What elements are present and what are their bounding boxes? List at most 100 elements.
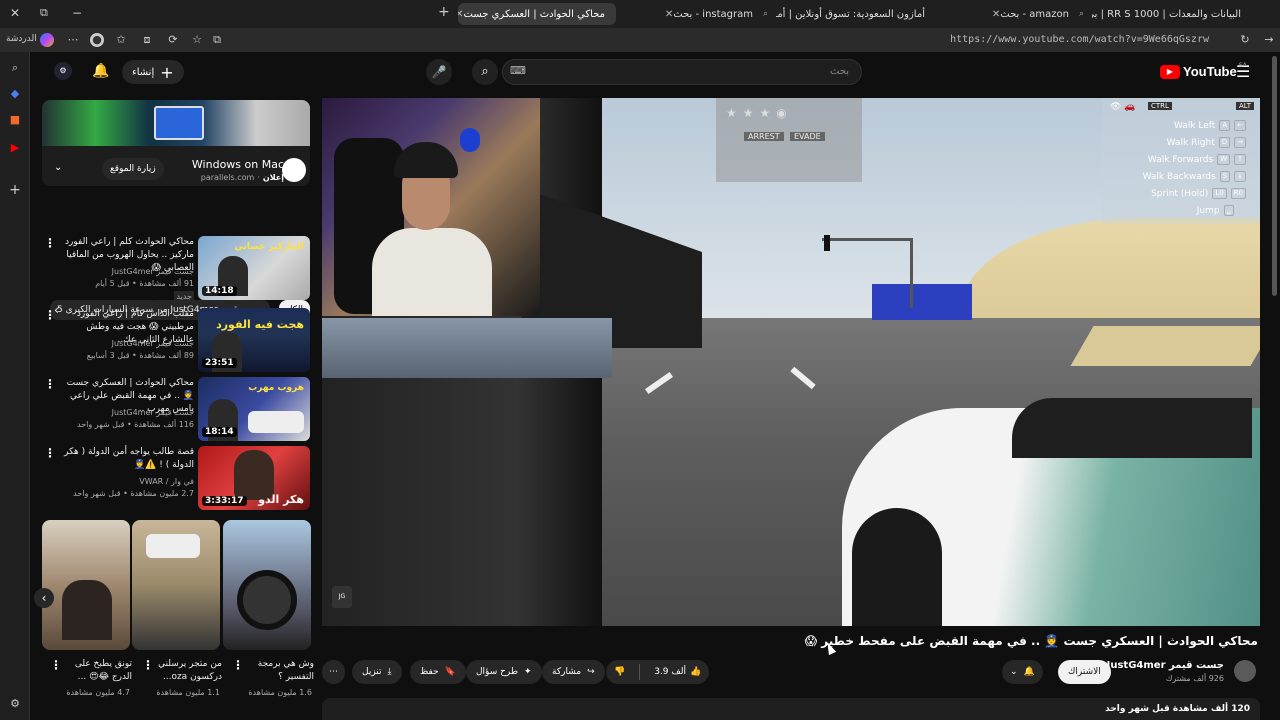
- page-scrollbar[interactable]: [1272, 56, 1277, 296]
- ad-visit-button[interactable]: زيارة الموقع: [102, 158, 164, 180]
- more-options-icon[interactable]: ⋮: [44, 377, 56, 391]
- like-button[interactable]: 3.9 ألف 👍: [646, 660, 709, 684]
- restore-window-icon[interactable]: ⧉: [40, 6, 48, 20]
- list-item[interactable]: هروب مهرب 18:14 محاكي الحوادث | العسكري …: [40, 377, 314, 443]
- extensions-icon[interactable]: ⧈: [140, 33, 154, 47]
- close-window-icon[interactable]: ✕: [10, 6, 20, 20]
- favorites-list-icon[interactable]: ✩: [114, 33, 128, 47]
- chat-label[interactable]: الدردشة: [6, 34, 37, 44]
- windows-screen-image: [154, 106, 204, 140]
- copilot-icon[interactable]: [40, 33, 54, 47]
- tabs-overview-icon[interactable]: ⧉: [210, 33, 224, 47]
- notifications-bell-icon[interactable]: 🔔: [92, 63, 109, 79]
- channel-name[interactable]: جست قيمر JustG4mer: [54, 407, 194, 418]
- refresh-sync-icon[interactable]: ⟳: [166, 33, 180, 47]
- car-wheel-image: [852, 508, 942, 626]
- download-button[interactable]: تنزيل ⤓: [352, 660, 402, 684]
- ad-card[interactable]: Windows on Mac parallels.com · إعلان زيارة…: [42, 100, 310, 186]
- tab-title: instagram - بحث: [673, 8, 753, 20]
- minimize-window-icon[interactable]: −: [72, 6, 82, 20]
- search-button[interactable]: ⌕: [472, 59, 498, 85]
- more-options-icon[interactable]: ⋮: [232, 658, 244, 672]
- tab-item[interactable]: أمازون السعودية: تسوق أونلاين | أمـ ✕: [776, 3, 936, 25]
- subscribe-button[interactable]: الاشتراك: [1058, 660, 1111, 684]
- key-cap: S: [1219, 171, 1231, 182]
- notification-bell-button[interactable]: ⌄ 🔔: [1002, 660, 1043, 684]
- advertiser-logo[interactable]: [282, 158, 306, 182]
- list-item[interactable]: هكر الدو 3:33:17 قصة طالب يواجه أمن الدو…: [40, 446, 314, 512]
- youtube-logo[interactable]: ▶ YouTube SA: [1160, 62, 1247, 79]
- create-button[interactable]: إنشاء +: [122, 60, 184, 84]
- short-title[interactable]: من متجر يرسلني دركسون oza...: [148, 658, 222, 684]
- short-thumbnail[interactable]: [223, 520, 311, 650]
- video-meta: 116 ألف مشاهدة • قبل شهر واحد: [77, 420, 194, 429]
- streamer-hoodie-image: [372, 228, 492, 316]
- tab-item-active[interactable]: محاكي الحوادث | العسكري جست ✕: [458, 3, 616, 25]
- channel-avatar[interactable]: [1234, 660, 1256, 682]
- chevron-down-icon[interactable]: ⌄: [54, 162, 62, 173]
- video-title[interactable]: قصة طالب يواجه أمن الدولة ( هكر الدولة )…: [54, 446, 194, 472]
- more-actions-button[interactable]: ⋯: [322, 660, 345, 684]
- video-thumbnail[interactable]: هروب مهرب 18:14: [198, 377, 310, 441]
- shorts-scroll-left-button[interactable]: ‹: [34, 588, 54, 608]
- short-thumbnail[interactable]: [132, 520, 220, 650]
- short-thumbnail[interactable]: [42, 520, 130, 650]
- tab-close-icon[interactable]: ✕: [665, 9, 673, 20]
- add-icon[interactable]: +: [7, 182, 23, 198]
- key-cap: ↓: [1234, 171, 1246, 182]
- moon-lamp-image: [460, 128, 480, 152]
- streamer-camera-overlay: [322, 98, 540, 316]
- list-item[interactable]: الماركيز عصابي 14:18 محاكي الحوادث كلم |…: [40, 236, 314, 302]
- youtube-icon[interactable]: ▶: [7, 140, 23, 156]
- creator-image: [62, 580, 112, 640]
- search-icon[interactable]: ⌕: [7, 60, 23, 76]
- account-avatar[interactable]: ⚙: [54, 62, 72, 80]
- search-input[interactable]: بحث: [502, 59, 862, 85]
- tab-title: أمازون السعودية: تسوق أونلاين | أمـ: [776, 8, 925, 20]
- video-player[interactable]: ★★★◉ ARREST EVADE 👁 🚗 CTRL ALT Walk Left…: [322, 98, 1260, 626]
- short-title[interactable]: وش هي برمجة التفسير ؟: [240, 658, 314, 684]
- channel-name[interactable]: في وار / VWAR: [54, 476, 194, 487]
- control-label: Sprint (Hold): [1151, 188, 1209, 199]
- short-title[interactable]: تونق يطبخ على الدرج 😂😍 ...: [58, 658, 132, 684]
- keyboard-icon[interactable]: ⌨: [510, 64, 526, 77]
- car-mirror-image: [1012, 398, 1252, 458]
- favorite-icon[interactable]: ☆: [190, 33, 204, 47]
- back-icon[interactable]: →: [1262, 33, 1276, 47]
- channel-name[interactable]: جست قيمر JustG4mer: [1107, 660, 1224, 671]
- more-options-icon[interactable]: ⋮: [50, 658, 62, 672]
- ad-title[interactable]: Windows on Mac: [192, 158, 284, 171]
- control-label: Walk Left: [1173, 120, 1216, 131]
- channel-name[interactable]: جست قيمر JustG4mer: [54, 266, 194, 277]
- video-thumbnail[interactable]: هكر الدو 3:33:17: [198, 446, 310, 510]
- tag-icon[interactable]: ◆: [7, 86, 23, 102]
- profile-avatar-icon[interactable]: ●: [90, 33, 104, 47]
- list-item[interactable]: هجت فيه الفورد 23:51 مقلب الداش كام | را…: [40, 308, 314, 374]
- police-car-image: [248, 411, 304, 433]
- briefcase-icon[interactable]: ■: [7, 112, 23, 128]
- new-tab-button[interactable]: +: [438, 4, 450, 20]
- dislike-button[interactable]: 👎: [606, 660, 633, 684]
- tab-item[interactable]: البيانات والمعدات | 1000 RR S | بي ✕: [1092, 3, 1252, 25]
- video-thumbnail[interactable]: الماركيز عصابي 14:18: [198, 236, 310, 300]
- save-button[interactable]: حفظ 🔖: [410, 660, 466, 684]
- tab-item[interactable]: ⌕ instagram - بحث ✕: [618, 3, 774, 25]
- tab-item[interactable]: ⌕ amazon - بحث ✕: [938, 3, 1090, 25]
- channel-name[interactable]: جست قيمر JustG4mer: [54, 338, 194, 349]
- more-menu-icon[interactable]: ⋯: [66, 33, 80, 47]
- video-thumbnail[interactable]: هجت فيه الفورد 23:51: [198, 308, 310, 372]
- url-field[interactable]: https://www.youtube.com/watch?v=9We66qGs…: [200, 30, 1215, 50]
- tab-close-icon[interactable]: ✕: [992, 9, 1000, 20]
- ask-button[interactable]: طرح سؤال ✦: [466, 660, 542, 684]
- share-label: مشاركة: [552, 667, 582, 677]
- reload-icon[interactable]: ↻: [1238, 33, 1252, 47]
- voice-search-mic-icon[interactable]: 🎤: [426, 59, 452, 85]
- share-button[interactable]: مشاركة ↪: [542, 660, 605, 684]
- more-options-icon[interactable]: ⋮: [44, 308, 56, 322]
- more-options-icon[interactable]: ⋮: [44, 446, 56, 460]
- more-options-icon[interactable]: ⋮: [142, 658, 154, 672]
- description-box[interactable]: 120 ألف مشاهدة قبل شهر واحد: [322, 698, 1260, 720]
- tab-close-icon[interactable]: ✕: [458, 9, 464, 20]
- settings-gear-icon[interactable]: ⚙: [7, 696, 23, 712]
- more-options-icon[interactable]: ⋮: [44, 236, 56, 250]
